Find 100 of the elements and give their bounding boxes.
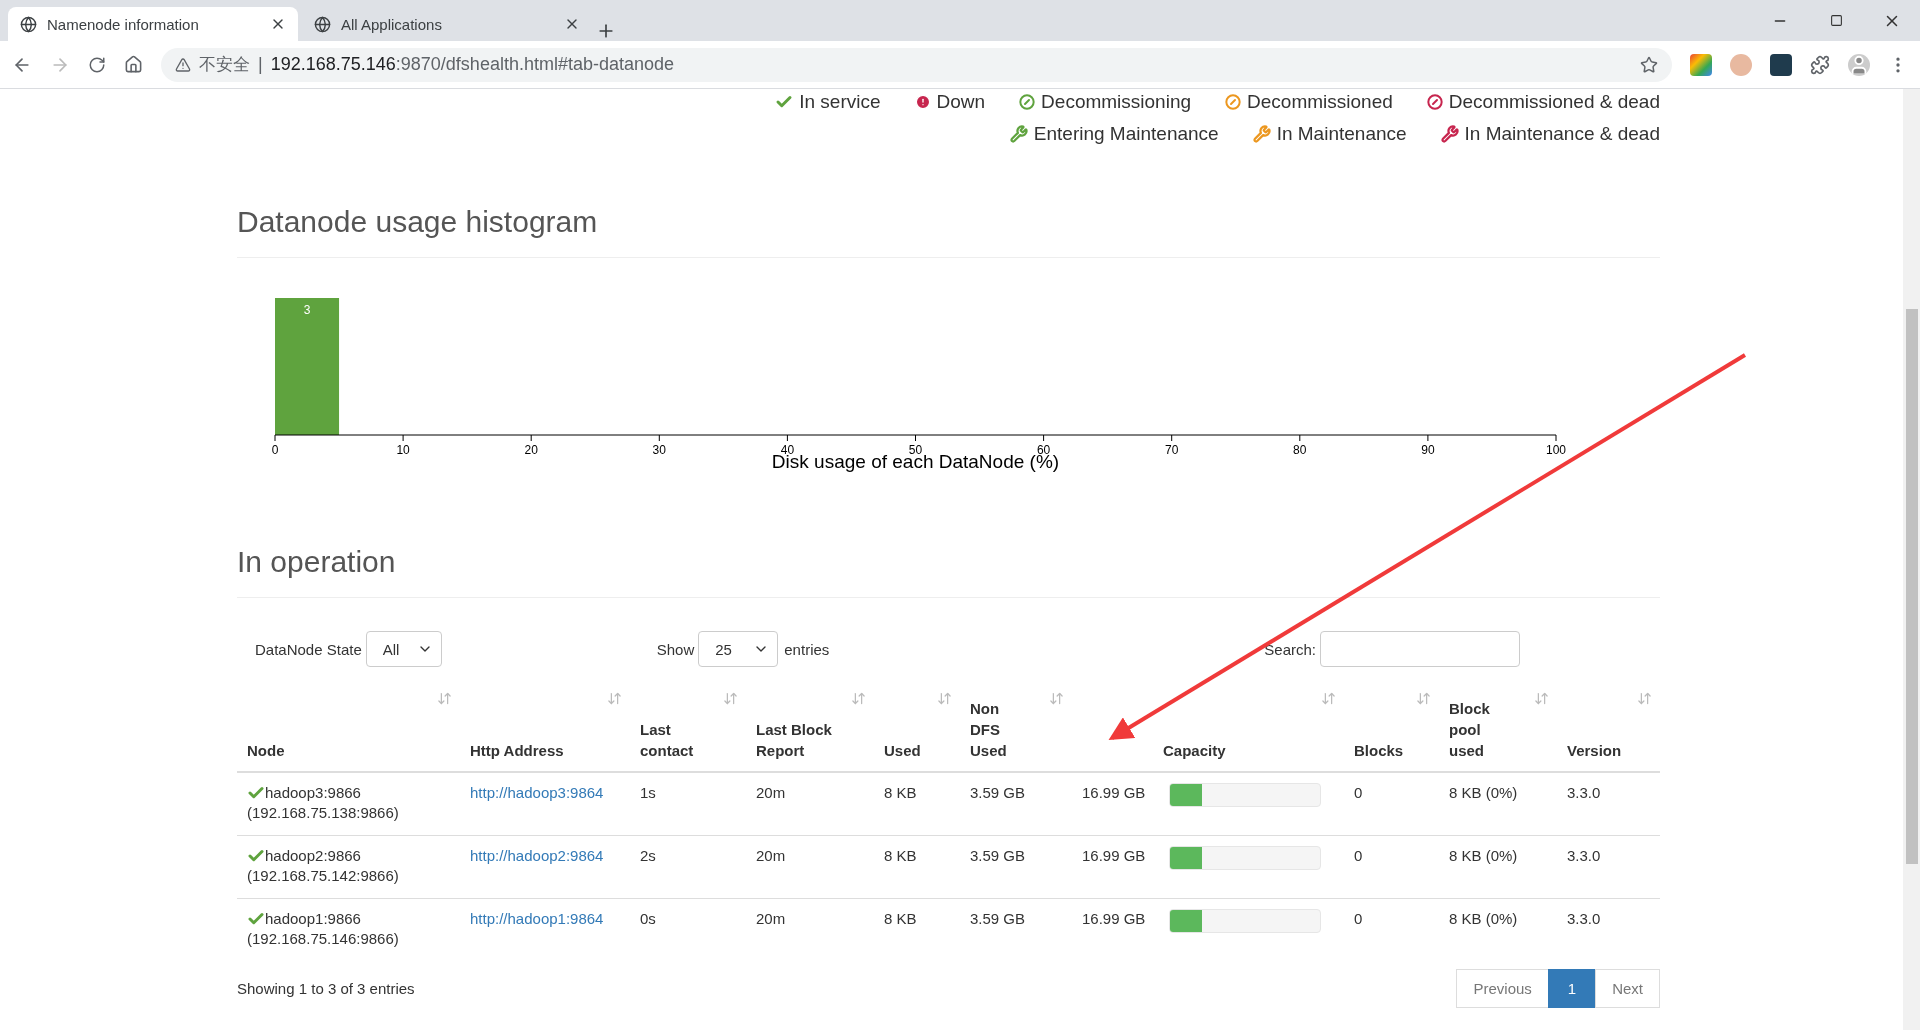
- table-cell: 1s: [640, 783, 656, 803]
- tick-label: 0: [271, 443, 279, 457]
- table-cell: 8 KB: [884, 783, 917, 803]
- table-cell: 2s: [640, 846, 656, 866]
- legend-item: Decommissioning: [1019, 91, 1192, 113]
- wrench-icon: [1440, 125, 1459, 143]
- sort-icon[interactable]: [723, 691, 738, 706]
- reload-icon[interactable]: [88, 55, 106, 74]
- table-cell: 3.59 GB: [970, 846, 1026, 866]
- table-cell: 16.99 GB: [1082, 909, 1146, 929]
- legend-item: Decommissioned & dead: [1426, 91, 1660, 113]
- column-header[interactable]: Capacity: [1072, 691, 1344, 773]
- search-label: Search:: [1264, 640, 1316, 658]
- sort-icon[interactable]: [1637, 691, 1652, 706]
- node-address: (192.168.75.138:9866): [247, 803, 399, 823]
- sort-icon[interactable]: [1321, 691, 1336, 706]
- scrollbar-thumb[interactable]: [1905, 309, 1918, 864]
- legend-item: Decommissioned: [1225, 91, 1393, 113]
- sort-icon[interactable]: [437, 691, 452, 706]
- table-cell: 3.3.0: [1567, 783, 1601, 803]
- column-header[interactable]: Http Address: [460, 691, 630, 773]
- column-header[interactable]: Version: [1557, 691, 1660, 773]
- bookmark-star-icon[interactable]: [1640, 55, 1658, 74]
- globe-icon: [20, 15, 37, 33]
- sort-icon[interactable]: [607, 691, 622, 706]
- tick-label: 70: [1165, 443, 1179, 457]
- table-cell: 3.3.0: [1567, 909, 1601, 929]
- legend-item: In service: [775, 91, 881, 113]
- globe-icon: [314, 15, 331, 33]
- table-cell: 20m: [756, 783, 786, 803]
- node-address: (192.168.75.142:9866): [247, 866, 399, 886]
- bar-value-label: 3: [303, 303, 311, 317]
- node-address: (192.168.75.146:9866): [247, 929, 399, 949]
- wrench-icon: [1252, 125, 1271, 143]
- restore-icon[interactable]: [1829, 14, 1843, 27]
- tick-label: 100: [1546, 443, 1566, 457]
- slashed-circle-icon: [1225, 94, 1242, 110]
- http-address-link[interactable]: http://hadoop1:9864: [470, 909, 604, 929]
- pagination-button[interactable]: Previous: [1456, 969, 1549, 1008]
- entries-label: entries: [784, 640, 830, 658]
- table-cell: 8 KB (0%): [1449, 909, 1518, 929]
- warning-icon: [175, 56, 191, 73]
- state-select[interactable]: All: [365, 631, 442, 667]
- column-header[interactable]: Last contact: [630, 691, 746, 773]
- extension-icon[interactable]: [1770, 53, 1792, 76]
- extensions-icon[interactable]: [1810, 54, 1830, 75]
- wrench-icon: [1009, 125, 1028, 143]
- security-label[interactable]: 不安全: [199, 53, 250, 76]
- legend-item: Down: [914, 91, 986, 113]
- slashed-circle-icon: [1019, 94, 1036, 110]
- sort-icon[interactable]: [1534, 691, 1549, 706]
- table-cell: 8 KB: [884, 846, 917, 866]
- table-cell: 0: [1354, 783, 1363, 803]
- column-header[interactable]: Used: [874, 691, 960, 773]
- node-name: hadoop2:9866: [265, 846, 361, 866]
- tick-label: 30: [652, 443, 666, 457]
- column-header[interactable]: Block pool used: [1439, 691, 1557, 773]
- column-header[interactable]: Node: [237, 691, 460, 773]
- page-size-select[interactable]: 25: [698, 631, 779, 667]
- entries-info: Showing 1 to 3 of 3 entries: [237, 980, 415, 997]
- column-header[interactable]: Blocks: [1344, 691, 1439, 773]
- tick-label: 10: [396, 443, 410, 457]
- table-cell: 16.99 GB: [1082, 846, 1146, 866]
- pagination-button[interactable]: Next: [1595, 969, 1660, 1008]
- legend-item: In Maintenance: [1252, 123, 1407, 145]
- legend-item: Entering Maintenance: [1009, 123, 1219, 145]
- search-field[interactable]: [1320, 631, 1520, 667]
- table-cell: 3.3.0: [1567, 846, 1601, 866]
- show-label: Show: [656, 640, 695, 658]
- table-cell: 0s: [640, 909, 656, 929]
- column-header[interactable]: Non DFS Used: [960, 691, 1072, 773]
- tick-label: 20: [524, 443, 538, 457]
- table-cell: 20m: [756, 909, 786, 929]
- table-cell: 3.59 GB: [970, 909, 1026, 929]
- tick-label: 50: [908, 443, 923, 457]
- home-icon[interactable]: [124, 55, 143, 74]
- pagination-button[interactable]: 1: [1547, 969, 1597, 1008]
- url-text: 192.168.75.146:9870/dfshealth.html#tab-datanode: [270, 54, 675, 75]
- node-name: hadoop1:9866: [265, 909, 361, 929]
- address-bar[interactable]: 不安全 | 192.168.75.146:9870/dfshealth.html#tab-datanode: [161, 47, 1672, 82]
- section-heading: Datanode usage histogram: [237, 205, 1660, 258]
- legend-item: In Maintenance & dead: [1440, 123, 1660, 145]
- sort-icon[interactable]: [1049, 691, 1064, 706]
- http-address-link[interactable]: http://hadoop2:9864: [470, 846, 604, 866]
- filter-label: DataNode State: [255, 640, 362, 658]
- column-header[interactable]: Last Block Report: [746, 691, 874, 773]
- http-address-link[interactable]: http://hadoop3:9864: [470, 783, 604, 803]
- browser-tab[interactable]: Namenode information: [8, 7, 298, 41]
- table-cell: 8 KB (0%): [1449, 783, 1518, 803]
- table-cell: 8 KB (0%): [1449, 846, 1518, 866]
- browser-tab[interactable]: All Applications: [302, 7, 592, 41]
- table-cell: 0: [1354, 909, 1363, 929]
- alert-icon: [914, 94, 931, 110]
- profile-icon[interactable]: [1848, 53, 1870, 76]
- separator: |: [258, 54, 263, 75]
- sort-icon[interactable]: [937, 691, 952, 706]
- tick-label: 80: [1293, 443, 1307, 457]
- sort-icon[interactable]: [1416, 691, 1431, 706]
- table-cell: 16.99 GB: [1082, 783, 1146, 803]
- sort-icon[interactable]: [851, 691, 866, 706]
